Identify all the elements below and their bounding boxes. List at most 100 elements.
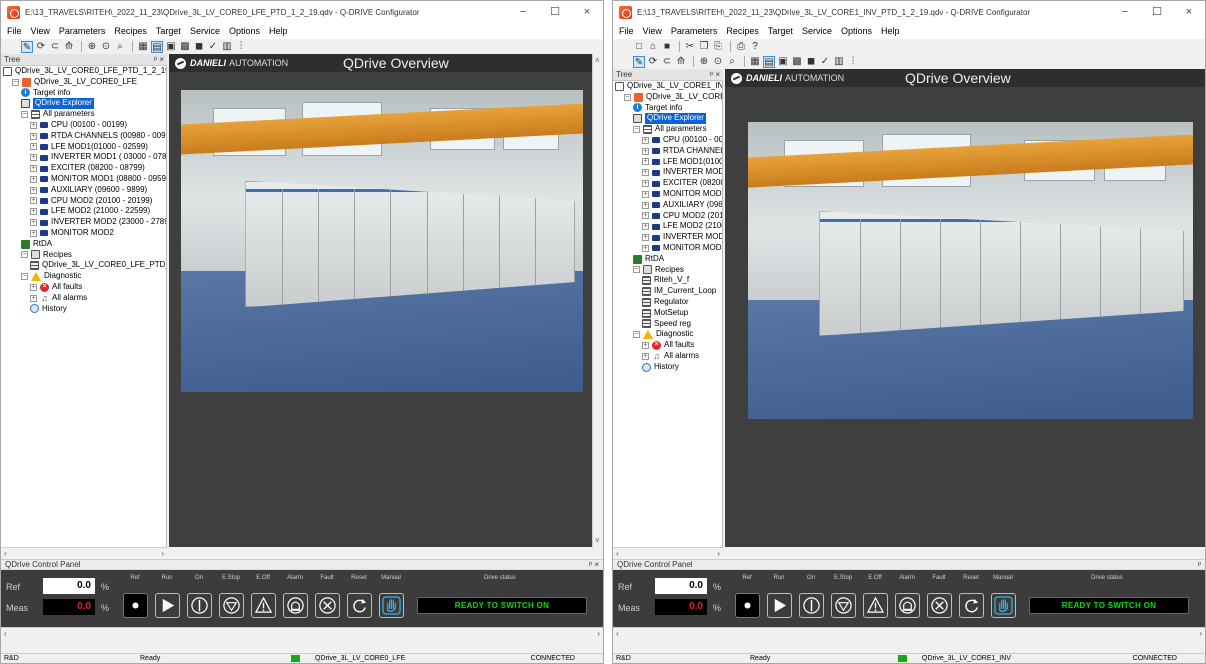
tree-item[interactable]: + CPU MOD2 (20100 - 20199): [1, 196, 166, 207]
cut-button[interactable]: ✂: [684, 41, 696, 53]
tree-item[interactable]: + RTDA CHANNELS: [613, 146, 722, 157]
select-tool-button[interactable]: ✎: [633, 55, 645, 68]
list-view-button[interactable]: ▤: [151, 40, 163, 53]
grid-button[interactable]: ▥: [221, 41, 233, 53]
menu-recipes[interactable]: Recipes: [114, 26, 147, 36]
expand-icon[interactable]: +: [642, 342, 649, 350]
connect-button[interactable]: ⟳: [35, 41, 47, 53]
tree-item[interactable]: + INVERTER MOD1: [613, 167, 722, 178]
tree-item[interactable]: − QDrive_3L_LV_CORE1_IN: [613, 92, 722, 103]
tree-item[interactable]: QDrive_3L_LV_CORE0_LFE_PTD_: [1, 260, 166, 271]
tree-item[interactable]: i Target info: [613, 103, 722, 114]
expand-icon[interactable]: +: [30, 283, 37, 291]
tree-item[interactable]: − QDrive_3L_LV_CORE0_LFE: [1, 77, 166, 88]
tree-item[interactable]: + AUXILIARY (09600 - 9899): [1, 185, 166, 196]
tree-item[interactable]: + EXCITER (08200 - 08799): [1, 163, 166, 174]
expand-icon[interactable]: +: [30, 132, 37, 140]
control-panel-pin-close[interactable]: ᵖ ×: [589, 560, 599, 569]
grid-button[interactable]: ▥: [833, 56, 845, 68]
scroll-right-icon[interactable]: ›: [161, 548, 164, 559]
tree-item[interactable]: + × All faults: [1, 282, 166, 293]
monitor-button[interactable]: ▩: [179, 41, 191, 53]
expand-icon[interactable]: +: [30, 186, 37, 194]
tree-item[interactable]: + ♫ All alarms: [1, 293, 166, 304]
tree-item[interactable]: + MONITOR MOD1: [613, 189, 722, 200]
print-button[interactable]: ⎙: [735, 41, 747, 53]
scroll-left-icon[interactable]: ‹: [4, 548, 7, 559]
tree-item[interactable]: + LFE MOD2 (2100: [613, 221, 722, 232]
trend-button[interactable]: ✓: [207, 41, 219, 53]
minimize-button[interactable]: −: [1109, 1, 1141, 23]
disconnect-button[interactable]: ⊂: [661, 56, 673, 68]
tree-item[interactable]: + MONITOR MOD2: [613, 243, 722, 254]
maximize-button[interactable]: ☐: [539, 1, 571, 23]
scroll-down-icon[interactable]: ˅: [595, 536, 600, 545]
menu-help[interactable]: Help: [881, 26, 900, 36]
tree-item[interactable]: − Recipes: [613, 265, 722, 276]
run-button[interactable]: [155, 593, 180, 618]
on-button[interactable]: [187, 593, 212, 618]
tree-pane-pin-close[interactable]: ᵖ ×: [710, 70, 720, 79]
ref-value-field[interactable]: 0.0: [43, 578, 95, 594]
collapse-icon[interactable]: −: [21, 273, 28, 281]
tree-item[interactable]: + EXCITER (08200 -: [613, 178, 722, 189]
minimize-button[interactable]: −: [507, 1, 539, 23]
compare-button[interactable]: ⊙: [100, 41, 112, 53]
expand-icon[interactable]: +: [642, 169, 649, 177]
scroll-right-icon[interactable]: ›: [1199, 628, 1202, 639]
tree-item[interactable]: − All parameters: [1, 109, 166, 120]
menu-service[interactable]: Service: [802, 26, 832, 36]
explorer-button[interactable]: ▣: [165, 41, 177, 53]
select-tool-button[interactable]: ✎: [21, 40, 33, 53]
close-button[interactable]: ×: [571, 1, 603, 23]
find-button[interactable]: ⌕: [726, 56, 738, 68]
tree-item[interactable]: + LFE MOD1(01000: [613, 157, 722, 168]
expand-icon[interactable]: +: [642, 147, 649, 155]
expand-icon[interactable]: +: [642, 244, 649, 252]
tree-item[interactable]: + LFE MOD2 (21000 - 22599): [1, 206, 166, 217]
tree-item[interactable]: IM_Current_Loop: [613, 286, 722, 297]
connect-button[interactable]: ⟳: [647, 56, 659, 68]
menu-target[interactable]: Target: [156, 26, 181, 36]
collapse-icon[interactable]: −: [624, 93, 631, 101]
collapse-icon[interactable]: −: [633, 126, 640, 134]
expand-icon[interactable]: +: [30, 197, 37, 205]
tree-item[interactable]: + CPU MOD2 (2010: [613, 211, 722, 222]
tree-item[interactable]: − Recipes: [1, 250, 166, 261]
explorer-button[interactable]: ▣: [777, 56, 789, 68]
fault-button[interactable]: [927, 593, 952, 618]
estop-button[interactable]: [219, 593, 244, 618]
new-file-button[interactable]: □: [633, 41, 645, 53]
tree-item[interactable]: + AUXILIARY (0960: [613, 200, 722, 211]
run-button[interactable]: [767, 593, 792, 618]
tree-item[interactable]: + INVERTER MOD2 (23000 - 27899): [1, 217, 166, 228]
tree-item[interactable]: QDrive Explorer: [613, 113, 722, 125]
chart-button[interactable]: ◼: [805, 56, 817, 68]
tree-item[interactable]: + CPU (00100 - 00199): [1, 120, 166, 131]
download-button[interactable]: ⊕: [86, 41, 98, 53]
manual-button[interactable]: [379, 593, 404, 618]
download-button[interactable]: ⊕: [698, 56, 710, 68]
expand-icon[interactable]: +: [30, 208, 37, 216]
reset-button[interactable]: [347, 593, 372, 618]
menu-view[interactable]: View: [643, 26, 662, 36]
collapse-icon[interactable]: −: [12, 78, 19, 86]
menu-help[interactable]: Help: [269, 26, 288, 36]
tree-item[interactable]: History: [613, 362, 722, 373]
param-view-button[interactable]: ▦: [137, 41, 149, 53]
tree-item[interactable]: + ♫ All alarms: [613, 351, 722, 362]
menu-target[interactable]: Target: [768, 26, 793, 36]
ref-value-field[interactable]: 0.0: [655, 578, 707, 594]
menu-file[interactable]: File: [7, 26, 22, 36]
chart-button[interactable]: ◼: [193, 41, 205, 53]
wave-button[interactable]: ⫶: [847, 56, 859, 68]
tree-item[interactable]: + INVERTER MOD1 ( 03000 - 07899): [1, 152, 166, 163]
expand-icon[interactable]: +: [30, 229, 37, 237]
tree-item[interactable]: + INVERTER MOD2: [613, 232, 722, 243]
alarm-button[interactable]: [283, 593, 308, 618]
tree-item[interactable]: Riteh_V_f: [613, 275, 722, 286]
tree-item[interactable]: + MONITOR MOD1 (08800 - 09599): [1, 174, 166, 185]
menu-view[interactable]: View: [31, 26, 50, 36]
eoff-button[interactable]: [251, 593, 276, 618]
wave-button[interactable]: ⫶: [235, 41, 247, 53]
